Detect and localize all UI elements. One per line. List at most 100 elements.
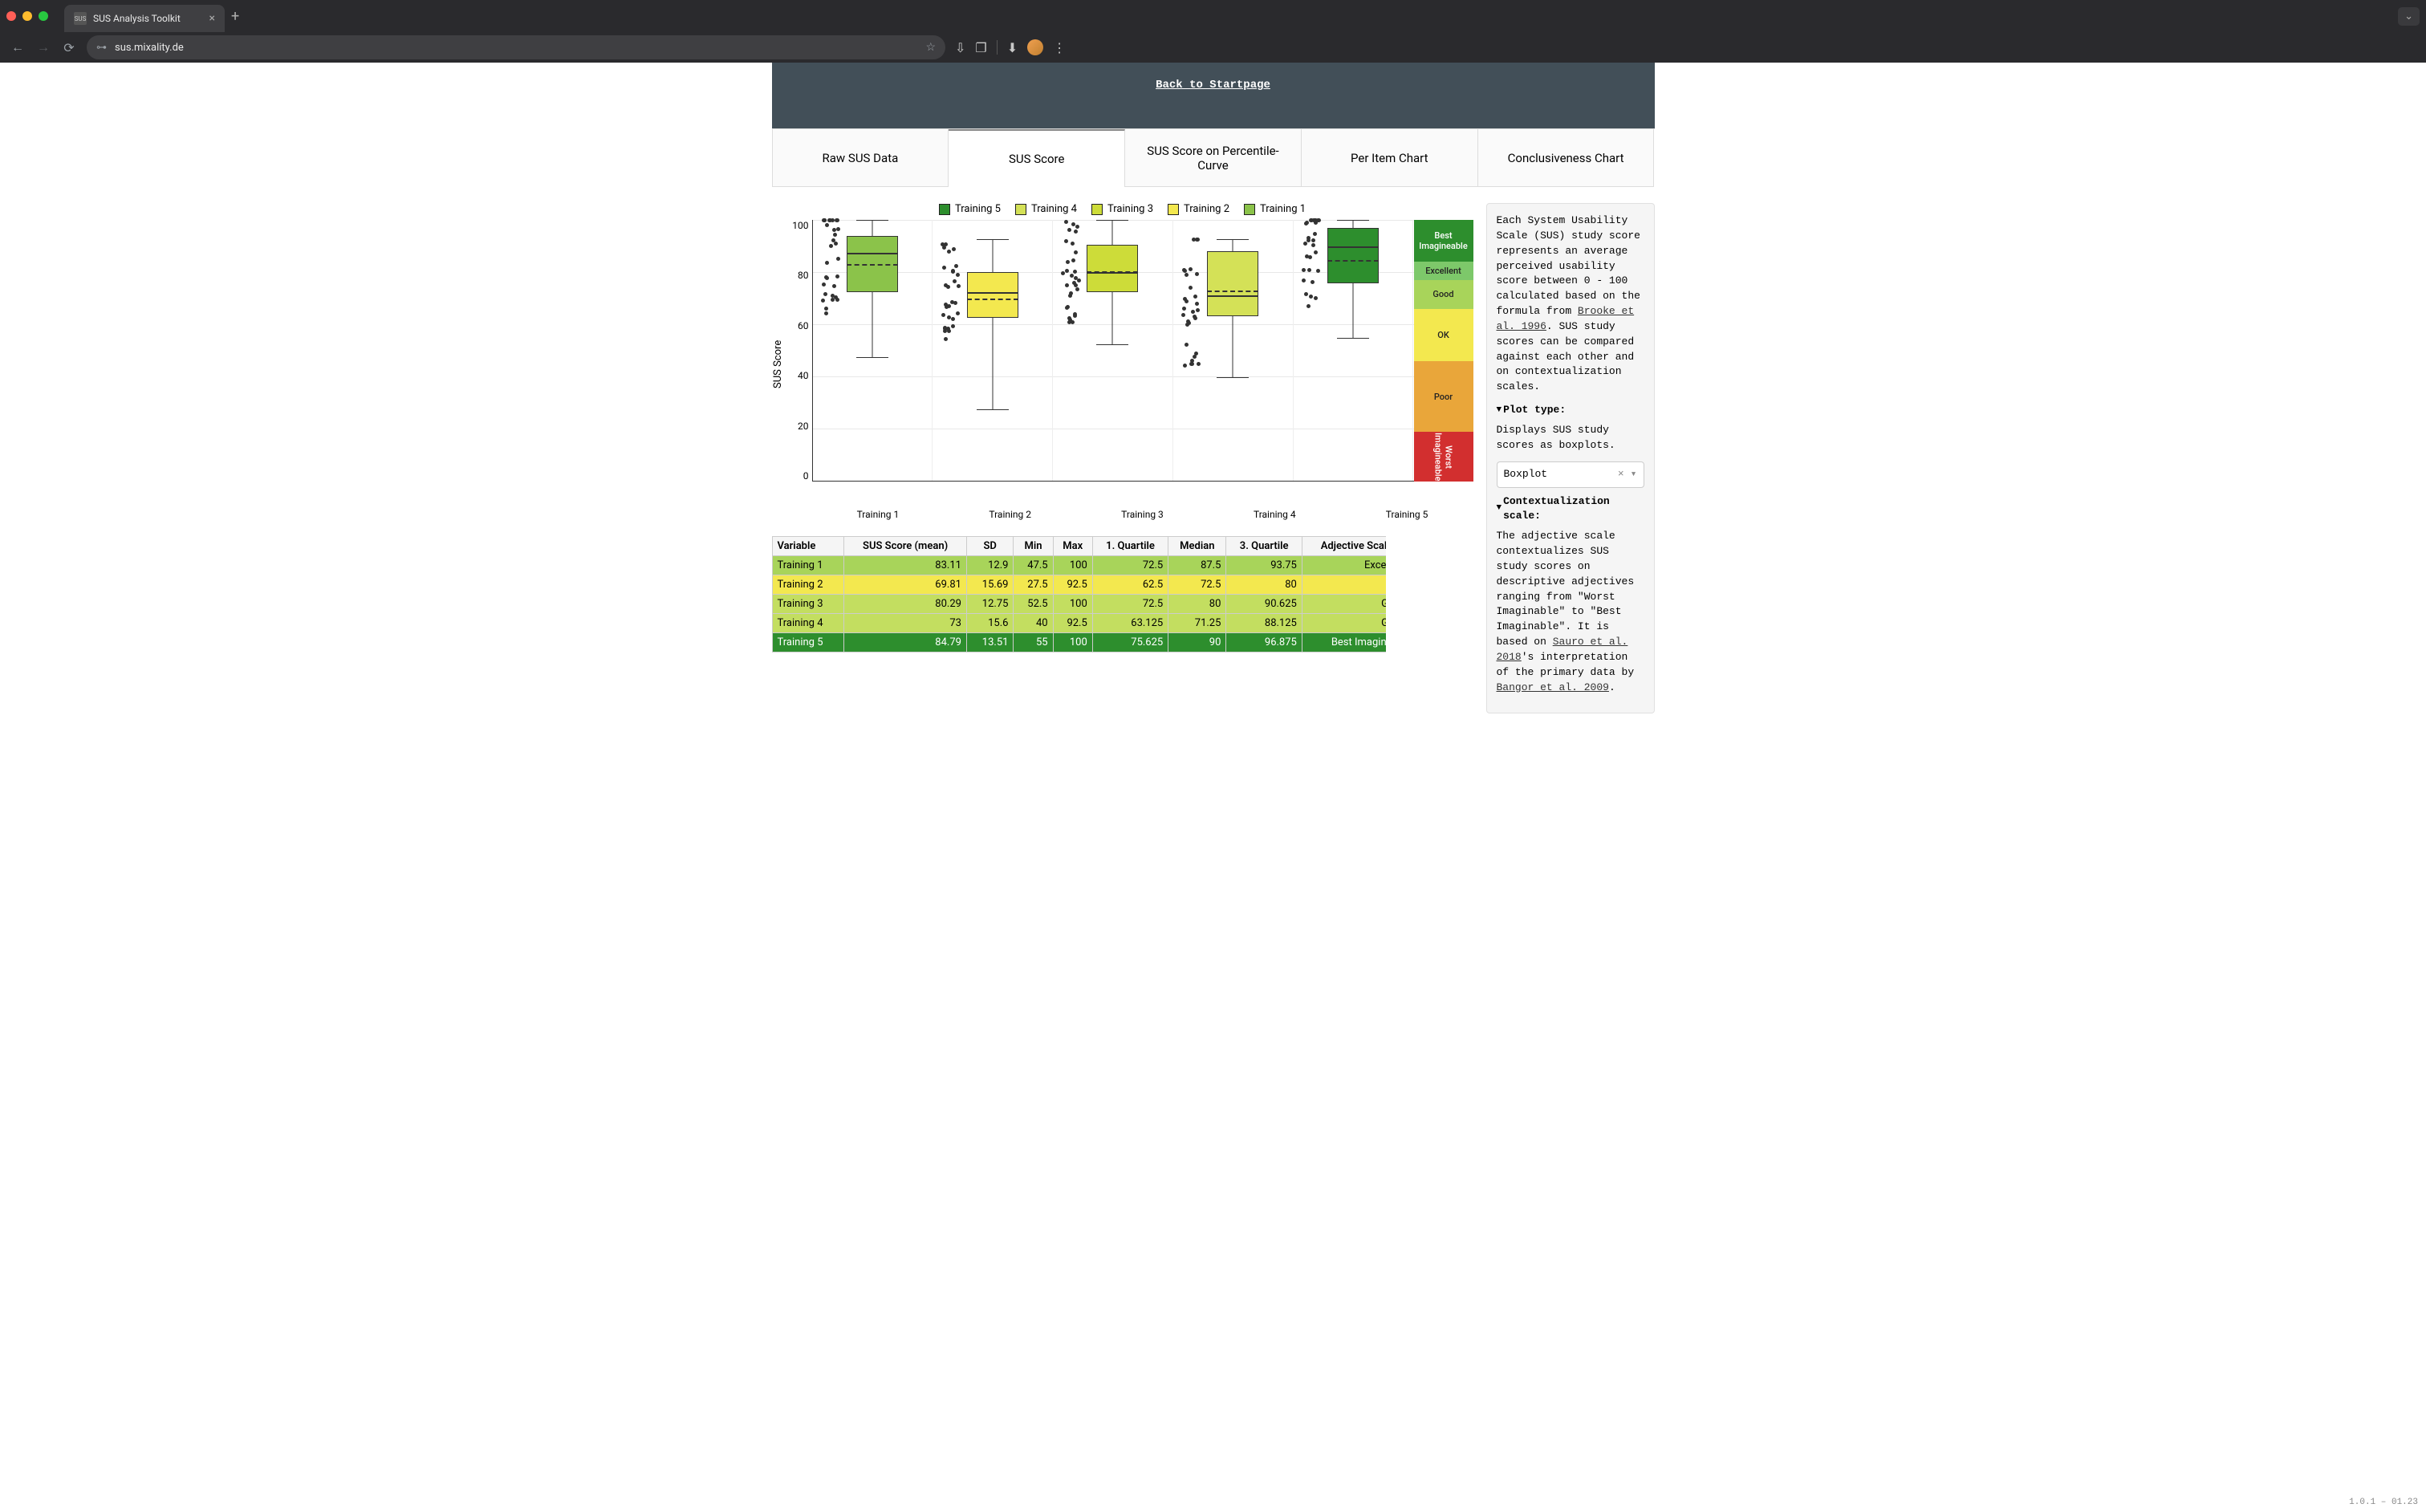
boxplot-chart: SUS Score 100 80 60 40 20 0 (772, 220, 1473, 509)
table-cell: 72.5 (1168, 575, 1226, 595)
band-good: Good (1414, 280, 1473, 309)
clear-select-icon[interactable]: × (1618, 467, 1624, 482)
table-cell: Best Imaginable (1302, 633, 1385, 652)
maximize-window-button[interactable] (39, 11, 48, 21)
table-header-cell: Min (1014, 537, 1053, 556)
tab-conclusiveness-chart[interactable]: Conclusiveness Chart (1478, 129, 1655, 187)
legend-swatch (1244, 204, 1255, 215)
band-ok: OK (1414, 309, 1473, 361)
reload-button[interactable]: ⟳ (61, 40, 77, 55)
band-excellent: Excellent (1414, 262, 1473, 280)
close-window-button[interactable] (6, 11, 16, 21)
plot-type-toggle[interactable]: ▼ Plot type: (1497, 403, 1644, 418)
table-row: Training 584.7913.515510075.6259096.875B… (772, 633, 1386, 652)
table-header-cell: Median (1168, 537, 1226, 556)
table-cell: 90.625 (1226, 595, 1302, 614)
new-tab-button[interactable]: + (231, 8, 239, 25)
back-button[interactable]: ← (10, 39, 26, 55)
legend-swatch (1168, 204, 1179, 215)
chart-column: Training 5 Training 4 Training 3 Trainin… (772, 203, 1473, 713)
sidebar-intro: Each System Usability Scale (SUS) study … (1497, 213, 1644, 395)
tab-per-item-chart[interactable]: Per Item Chart (1302, 129, 1478, 187)
tab-sus-score[interactable]: SUS Score (949, 129, 1125, 187)
table-cell: 92.5 (1053, 575, 1092, 595)
window-controls (6, 11, 48, 21)
table-cell: 40 (1014, 614, 1053, 633)
boxplot-cell (1053, 220, 1173, 481)
toolbar-divider (997, 40, 998, 55)
y-axis-ticks: 100 80 60 40 20 0 (790, 220, 812, 482)
table-cell: 15.69 (966, 575, 1014, 595)
caret-down-icon: ▼ (1497, 502, 1502, 515)
table-cell: 87.5 (1168, 556, 1226, 575)
sidebar-box: Each System Usability Scale (SUS) study … (1486, 203, 1655, 713)
table-cell: 15.6 (966, 614, 1014, 633)
tab-close-icon[interactable]: × (209, 12, 215, 25)
plot-type-select[interactable]: Boxplot × ▾ (1497, 461, 1644, 488)
dropdown-caret-icon[interactable]: ▾ (1631, 467, 1637, 482)
table-cell: 80 (1168, 595, 1226, 614)
address-bar[interactable]: ⊶ sus.mixality.de ☆ (87, 35, 945, 59)
legend-item: Training 3 (1091, 203, 1153, 215)
table-cell: 62.5 (1092, 575, 1168, 595)
legend-item: Training 5 (939, 203, 1001, 215)
browser-tab[interactable]: SUS SUS Analysis Toolkit × (64, 5, 225, 32)
plot-type-value: Boxplot (1504, 467, 1548, 482)
page-content: Back to Startpage Raw SUS Data SUS Score… (0, 63, 2426, 1512)
boxplot-cell (1173, 220, 1294, 481)
table-cell: 88.125 (1226, 614, 1302, 633)
plot-type-description: Displays SUS study scores as boxplots. (1497, 423, 1644, 453)
bookmark-star-icon[interactable]: ☆ (925, 41, 936, 54)
table-cell: 84.79 (844, 633, 967, 652)
table-cell: 27.5 (1014, 575, 1053, 595)
table-cell: 100 (1053, 595, 1092, 614)
tab-raw-sus-data[interactable]: Raw SUS Data (772, 129, 949, 187)
table-cell: 80 (1226, 575, 1302, 595)
main-content: Training 5 Training 4 Training 3 Trainin… (772, 187, 1655, 713)
table-header-cell: SUS Score (mean) (844, 537, 967, 556)
boxplot-cell (1294, 220, 1414, 481)
table-cell: 90 (1168, 633, 1226, 652)
boxplot-cell (813, 220, 933, 481)
band-worst-imagineable: Worst Imagineable (1414, 432, 1473, 482)
table-cell: 47.5 (1014, 556, 1053, 575)
tabs-dropdown-button[interactable]: ⌄ (2398, 7, 2420, 26)
back-to-startpage-link[interactable]: Back to Startpage (1156, 79, 1270, 91)
table-cell: Excellent (1302, 556, 1385, 575)
table-cell: 100 (1053, 556, 1092, 575)
site-info-icon[interactable]: ⊶ (96, 42, 107, 54)
band-best-imagineable: Best Imagineable (1414, 220, 1473, 262)
forward-button[interactable]: → (35, 39, 51, 55)
minimize-window-button[interactable] (22, 11, 32, 21)
install-app-icon[interactable]: ⇩ (955, 40, 965, 55)
table-cell: Good (1302, 614, 1385, 633)
extensions-icon[interactable]: ❐ (975, 40, 986, 55)
kebab-menu-icon[interactable]: ⋮ (1053, 40, 1066, 55)
legend-swatch (1015, 204, 1026, 215)
table-header-cell: Variable (772, 537, 844, 556)
tab-percentile-curve[interactable]: SUS Score on Percentile-Curve (1125, 129, 1302, 187)
table-cell: 72.5 (1092, 556, 1168, 575)
context-scale-description: The adjective scale contextualizes SUS s… (1497, 529, 1644, 695)
context-scale-toggle[interactable]: ▼ Contextualization scale: (1497, 494, 1644, 525)
tab-bar: SUS SUS Analysis Toolkit × + ⌄ (0, 0, 2426, 32)
table-row: Training 183.1112.947.510072.587.593.75E… (772, 556, 1386, 575)
table-cell: 75.625 (1092, 633, 1168, 652)
stats-table: VariableSUS Score (mean)SDMinMax1. Quart… (772, 536, 1386, 652)
table-row: Training 47315.64092.563.12571.2588.125G… (772, 614, 1386, 633)
table-cell: 80.29 (844, 595, 967, 614)
boxplot-cell (933, 220, 1053, 481)
plot-area (812, 220, 1414, 482)
table-cell: 71.25 (1168, 614, 1226, 633)
rating-bands: Best Imagineable Excellent Good OK Poor … (1414, 220, 1473, 482)
stats-table-container[interactable]: VariableSUS Score (mean)SDMinMax1. Quart… (772, 536, 1386, 652)
profile-avatar[interactable] (1027, 39, 1043, 55)
downloads-icon[interactable]: ⬇ (1007, 40, 1018, 55)
table-cell: 69.81 (844, 575, 967, 595)
table-header-cell: Max (1053, 537, 1092, 556)
table-cell: 83.11 (844, 556, 967, 575)
legend-swatch (939, 204, 950, 215)
bangor-2009-link[interactable]: Bangor et al. 2009 (1497, 681, 1609, 693)
chart-legend: Training 5 Training 4 Training 3 Trainin… (772, 203, 1473, 215)
table-cell: 63.125 (1092, 614, 1168, 633)
